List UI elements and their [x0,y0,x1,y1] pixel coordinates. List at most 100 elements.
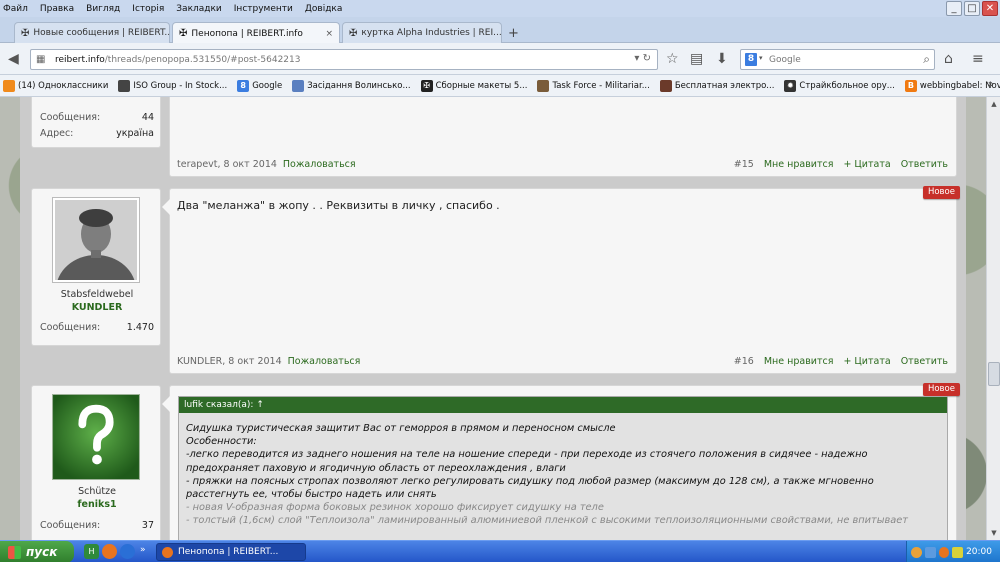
quote-line: Особенности: [186,436,257,448]
tray-network-icon[interactable] [924,546,936,558]
user-name-link[interactable]: feniks1 [32,499,162,510]
avatar[interactable] [52,394,140,480]
close-button[interactable]: ✕ [982,1,998,16]
scroll-down-icon[interactable]: ▼ [987,526,1000,540]
diamond-icon [292,79,305,92]
menu-bookmarks[interactable]: Закладки [176,4,222,14]
menu-edit[interactable]: Правка [40,4,74,14]
bookmark-google[interactable]: 8 Google [237,79,283,92]
quicklaunch-app-icon[interactable]: H [84,544,99,559]
bookmark-models[interactable]: ✠ Сборные макеты 5... [420,79,528,92]
download-icon[interactable]: ⬇ [716,51,728,67]
bookmark-volyn[interactable]: Засідання Волинсько... [292,79,411,92]
report-link[interactable]: Пожаловаться [288,356,361,367]
airsoft-icon: ✹ [784,79,797,92]
like-link[interactable]: Мне нравится [764,356,834,367]
like-link[interactable]: Мне нравится [764,159,834,170]
tab-new-messages[interactable]: ✠ Новые сообщения | REIBERT... × [14,22,170,43]
cross-icon: ✠ [420,79,433,92]
quote-header[interactable]: lufik сказал(а): ↑ [179,397,947,413]
post-number[interactable]: #16 [734,356,754,367]
menu-bar: Файл Правка Вигляд Історія Закладки Інст… [0,0,1000,17]
new-tab-button[interactable]: + [508,26,519,41]
post-author-date[interactable]: KUNDLER, 8 окт 2014 [177,356,282,367]
quote-line: - толстый (1,6см) слой "Теплоизола" лами… [186,515,908,527]
menu-history[interactable]: Історія [132,4,164,14]
quote-link[interactable]: + Цитата [843,159,890,170]
firefox-icon[interactable] [102,544,117,559]
google-icon[interactable]: 8 [745,53,757,66]
bookmark-odnoklassniki[interactable]: (14) Одноклассники [3,79,108,92]
reply-link[interactable]: Ответить [901,356,948,367]
post-author-date[interactable]: terapevt, 8 окт 2014 [177,159,277,170]
menu-tools[interactable]: Інструменти [234,4,293,14]
reading-list-icon[interactable]: ▤ [690,51,703,67]
page-scrollbar[interactable]: ▲ ▼ [986,97,1000,540]
tab-penopopa[interactable]: ✠ Пенопопа | REIBERT.info × [172,22,340,44]
navigation-bar: ◀ ▦ reibert.info /threads/penopopa.53155… [0,43,1000,75]
bookmark-label: Google [252,80,283,91]
blogger-icon: B [904,79,917,92]
tab-alpha-industries[interactable]: ✠ куртка Alpha Industries | REI... × [342,22,502,43]
home-icon[interactable]: ⌂ [944,51,953,67]
tab-close-icon[interactable]: × [325,29,333,39]
windows-flag-icon [8,545,21,559]
tab-bar: ✠ Новые сообщения | REIBERT... × ✠ Пеноп… [0,17,1000,44]
menu-icon[interactable]: ≡ [972,51,984,67]
search-icon[interactable]: ⌕ [923,52,930,67]
quote-line: -легко переводится из заднего ношения на… [186,449,868,461]
tray-app-icon[interactable] [952,546,964,558]
bookmark-star-icon[interactable]: ☆ [666,51,679,67]
avatar[interactable] [52,197,140,325]
scroll-thumb[interactable] [988,362,1000,386]
tray-back-icon[interactable] [911,546,922,558]
new-badge: Новое [922,383,960,396]
reply-link[interactable]: Ответить [901,159,948,170]
chevron-down-icon[interactable]: ▾ [759,54,763,62]
internet-explorer-icon[interactable] [120,544,135,559]
bookmark-task-force[interactable]: Task Force - Militariar... [537,79,650,92]
bookmark-label: Task Force - Militariar... [552,80,650,91]
bookmark-webbingbabel[interactable]: Bwebbingbabel: Novem... [904,79,1000,92]
iso-icon [118,79,131,92]
user-info-terapevt: Сообщения: 44 Адрес: україна [31,97,161,148]
bookmark-iso-group[interactable]: ISO Group - In Stock... [118,79,228,92]
post-actions: #16 Мне нравится + Цитата Ответить [734,356,948,367]
bookmark-label: Бесплатная электро... [674,80,775,91]
post-footer: KUNDLER, 8 окт 2014 Пожаловаться #16 Мне… [177,356,948,367]
quote-link[interactable]: + Цитата [843,356,890,367]
post-number[interactable]: #15 [734,159,754,170]
start-button[interactable]: пуск [0,541,74,562]
search-bar[interactable]: 8 ▾ Google ⌕ [740,49,935,70]
bookmark-label: ISO Group - In Stock... [133,80,228,91]
maximize-button[interactable]: □ [964,1,980,16]
menu-view[interactable]: Вигляд [86,4,120,14]
minimize-button[interactable]: _ [946,1,962,16]
url-bar[interactable]: ▦ reibert.info /threads/penopopa.531550/… [30,49,658,70]
quicklaunch-more-icon[interactable]: » [140,545,146,555]
back-icon[interactable]: ◀ [8,51,19,67]
post-15: terapevt, 8 окт 2014 Пожаловаться #15 Мн… [169,97,957,177]
menu-help[interactable]: Довідка [305,4,343,14]
tab-label: Новые сообщения | REIBERT... [33,28,170,38]
quote-line: - пряжки на поясных стропах позволяют ле… [186,475,874,487]
post-17: Новое lufik сказал(а): ↑ Сидушка туристи… [162,383,960,540]
library-icon [659,79,672,92]
bookmark-airsoft[interactable]: ✹ Страйкбольное ору... [784,79,895,92]
question-mark-icon [53,395,139,479]
tray-firefox-icon[interactable] [938,546,950,558]
site-info-icon[interactable]: ▦ [36,54,45,65]
post-16: Новое Два "меланжа" в жопу . . Реквизиты… [162,186,960,374]
new-badge: Новое [922,186,960,199]
report-link[interactable]: Пожаловаться [283,159,356,170]
user-name-link[interactable]: KUNDLER [32,302,162,313]
clock: 20:00 [966,547,992,557]
more-bookmarks-icon[interactable]: » [988,79,994,90]
bookmark-label: Сборные макеты 5... [435,80,528,91]
reload-icon[interactable]: ▾ ↻ [634,53,651,64]
window-controls: _ □ ✕ [944,1,998,16]
taskbar-task-firefox[interactable]: Пенопопа | REIBERT... [156,543,306,561]
bookmark-free-library[interactable]: Бесплатная электро... [659,79,775,92]
scroll-up-icon[interactable]: ▲ [987,97,1000,111]
menu-file[interactable]: Файл [3,4,28,14]
